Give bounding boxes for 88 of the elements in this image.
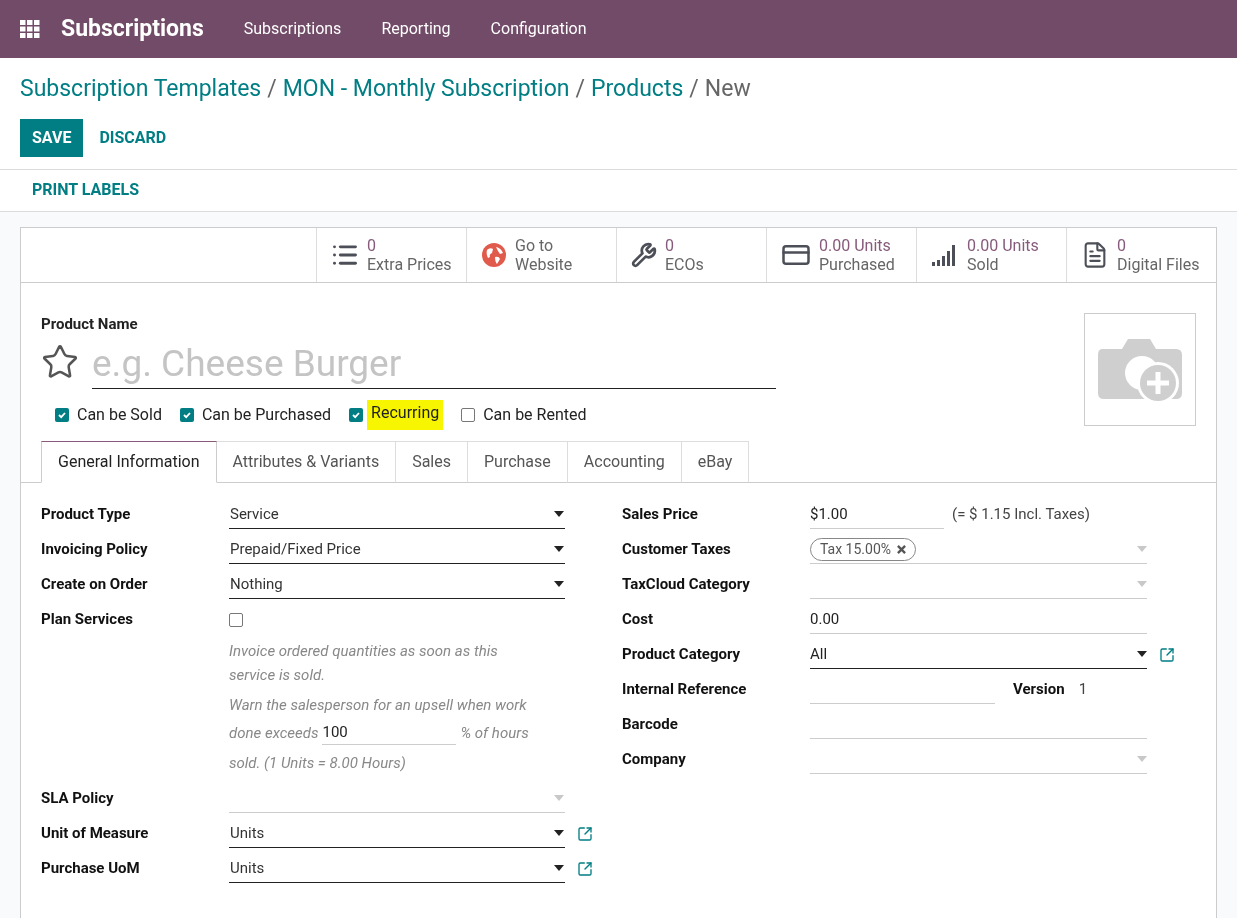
- caret-icon: [1137, 546, 1147, 552]
- tab[interactable]: Accounting: [567, 441, 682, 483]
- help-text: Invoice ordered quantities as soon as this service is sold.: [229, 641, 499, 686]
- field-label: Company: [622, 749, 687, 771]
- field-label: Create on Order: [41, 574, 149, 596]
- menu-item[interactable]: Configuration: [470, 17, 607, 41]
- text-field[interactable]: 0.00: [810, 605, 1147, 634]
- save-button[interactable]: SAVE: [20, 118, 84, 157]
- tab[interactable]: eBay: [681, 441, 750, 483]
- caret-icon: [554, 865, 564, 871]
- select-field[interactable]: Prepaid/Fixed Price: [229, 535, 565, 564]
- wrench-icon: [631, 241, 657, 268]
- checkbox[interactable]: [229, 612, 243, 627]
- tab[interactable]: General Information: [41, 441, 217, 483]
- field-label: Product Type: [41, 504, 132, 526]
- field-label: Purchase UoM: [41, 858, 141, 880]
- option-label: Can be Sold: [77, 404, 162, 426]
- option-label: Recurring: [367, 400, 444, 430]
- version-value: 1: [1078, 679, 1088, 701]
- app-name[interactable]: Subscriptions: [61, 11, 204, 47]
- smart-button[interactable]: 0 Digital Files: [1066, 227, 1216, 282]
- smart-button[interactable]: 0 Extra Prices: [316, 227, 466, 282]
- print-labels-button[interactable]: PRINT LABELS: [20, 178, 152, 202]
- checkbox[interactable]: [349, 408, 364, 422]
- help-text: sold. (1 Units = 8.00 Hours): [229, 753, 407, 774]
- field-label: Barcode: [622, 714, 679, 736]
- caret-icon: [554, 546, 564, 552]
- field-label: Version: [1013, 679, 1065, 701]
- select-field[interactable]: Nothing: [229, 570, 565, 599]
- tab[interactable]: Attributes & Variants: [216, 441, 397, 483]
- product-name-field[interactable]: e.g. Cheese Burger: [92, 339, 776, 389]
- select-field[interactable]: Units: [229, 819, 565, 848]
- option-label: Can be Purchased: [201, 404, 332, 426]
- help-text: done exceeds: [229, 723, 319, 744]
- external-link-icon[interactable]: [577, 860, 593, 877]
- caret-icon: [554, 581, 564, 587]
- smart-button[interactable]: 0.00 Units Purchased: [766, 227, 916, 282]
- caret-icon: [1137, 581, 1147, 587]
- checkbox[interactable]: [55, 408, 69, 422]
- upsell-field[interactable]: 100: [322, 720, 457, 745]
- breadcrumb-separator: /: [689, 74, 699, 104]
- field-label: Customer Taxes: [622, 539, 732, 561]
- smart-button[interactable]: 0 ECOs: [616, 227, 766, 282]
- caret-icon: [554, 830, 564, 836]
- select-field[interactable]: All: [810, 640, 1147, 669]
- field-label: Internal Reference: [622, 679, 748, 701]
- smart-button[interactable]: 0.00 Units Sold: [916, 227, 1066, 282]
- breadcrumb-current: New: [704, 74, 751, 104]
- breadcrumb-link[interactable]: MON - Monthly Subscription: [282, 72, 570, 107]
- select-field[interactable]: Units: [229, 854, 565, 883]
- field-label: TaxCloud Category: [622, 574, 751, 596]
- field-label: SLA Policy: [41, 788, 115, 810]
- field-label: Plan Services: [41, 609, 134, 631]
- external-link-icon[interactable]: [1159, 646, 1175, 663]
- tags-field[interactable]: Tax 15.00%: [810, 535, 1147, 564]
- field-label: Unit of Measure: [41, 823, 150, 845]
- caret-icon: [554, 511, 564, 517]
- breadcrumb-separator: /: [267, 74, 277, 104]
- field-label: Product Category: [622, 644, 742, 666]
- remove-icon[interactable]: [897, 544, 907, 554]
- discard-button[interactable]: DISCARD: [87, 118, 179, 157]
- globe-icon: [481, 241, 507, 268]
- menu-item[interactable]: Reporting: [361, 17, 471, 41]
- smart-button[interactable]: Go to Website: [466, 227, 616, 282]
- tax-included-text: (= $ 1.15 Incl. Taxes): [952, 504, 1090, 526]
- checkbox[interactable]: [461, 408, 476, 422]
- breadcrumb-link[interactable]: Products: [591, 72, 684, 107]
- price-field[interactable]: $1.00: [810, 500, 944, 529]
- breadcrumb-separator: /: [575, 74, 585, 104]
- field-label: Product Name: [41, 313, 139, 335]
- breadcrumb-link[interactable]: Subscription Templates: [20, 72, 262, 107]
- checkbox[interactable]: [179, 408, 194, 422]
- favorite-star-icon[interactable]: [41, 343, 79, 381]
- help-text: Warn the salesperson for an upsell when work: [229, 695, 528, 716]
- select-field[interactable]: Service: [229, 500, 565, 529]
- caret-icon: [554, 795, 564, 801]
- tab[interactable]: Purchase: [468, 441, 568, 483]
- caret-icon: [1137, 651, 1147, 657]
- external-link-icon[interactable]: [577, 825, 593, 842]
- tab[interactable]: Sales: [396, 441, 468, 483]
- option-label: Can be Rented: [483, 404, 587, 426]
- field-label: Sales Price: [622, 504, 699, 526]
- menu-item[interactable]: Subscriptions: [223, 17, 362, 41]
- help-text: % of hours: [460, 723, 529, 744]
- caret-icon: [1137, 756, 1147, 762]
- apps-menu-icon[interactable]: [20, 20, 40, 38]
- field-label: Invoicing Policy: [41, 539, 149, 561]
- field-label: Cost: [622, 609, 655, 631]
